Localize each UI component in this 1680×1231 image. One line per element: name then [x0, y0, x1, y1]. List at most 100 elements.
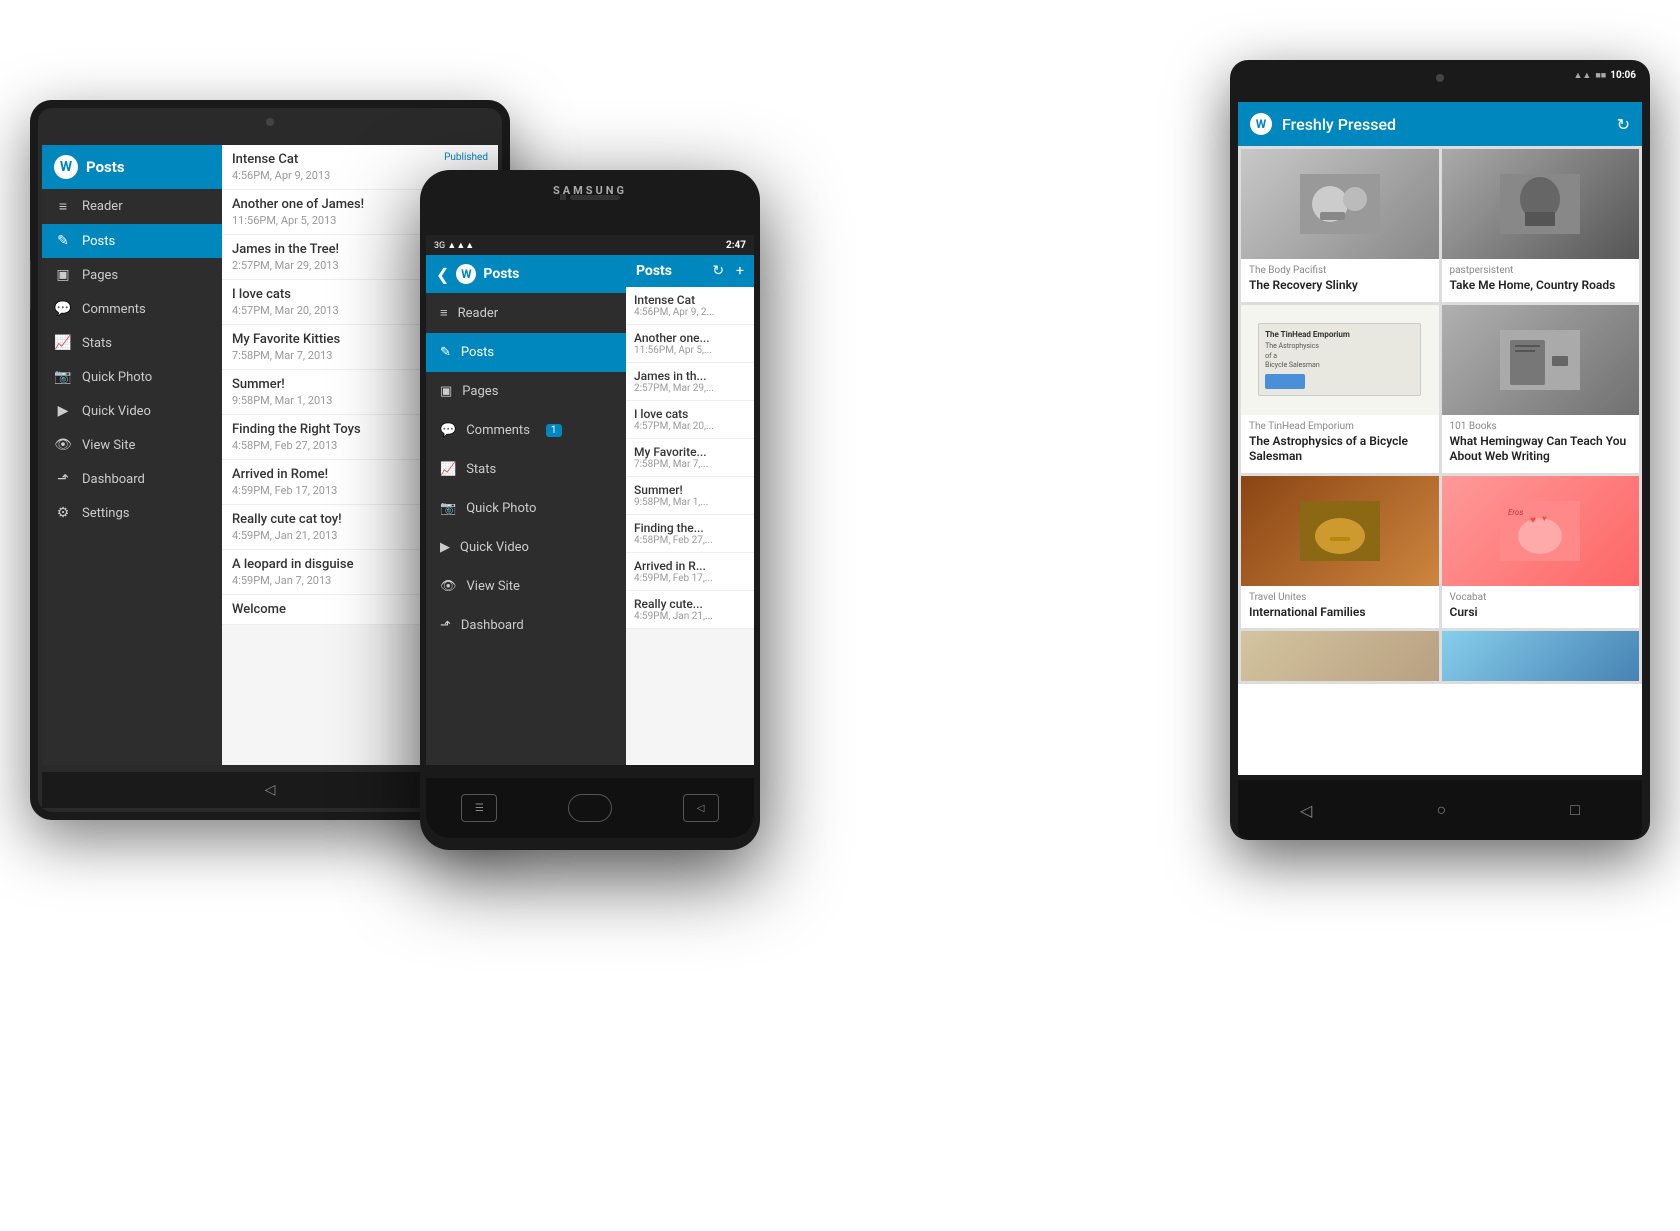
- fp-card-vocabat[interactable]: ♥ ♥ Eros Vocabat Cursi: [1442, 476, 1640, 629]
- phone-status-bar: 3G ▲▲▲ 2:47: [426, 235, 754, 255]
- list-item[interactable]: Intense Cat 4:56PM, Apr 9, 2...: [626, 287, 754, 325]
- quick-photo-icon: 📷: [54, 369, 72, 385]
- back-nav[interactable]: ◁: [265, 782, 276, 798]
- list-item[interactable]: Arrived in R... 4:59PM, Feb 17,...: [626, 553, 754, 591]
- fp-card-travel[interactable]: Travel Unites International Families: [1241, 476, 1439, 629]
- phone-drawer-posts[interactable]: ✎ Posts: [426, 333, 626, 372]
- settings-icon: ⚙: [54, 505, 72, 521]
- phone-drawer-dashboard[interactable]: ⬏ Dashboard: [426, 606, 626, 645]
- phone-home-button[interactable]: [568, 794, 612, 822]
- list-item[interactable]: I love cats 4:57PM, Mar 20,...: [626, 401, 754, 439]
- comments-badge: 1: [546, 424, 562, 437]
- fp-card-partial2[interactable]: [1442, 631, 1640, 681]
- fp-card-body-pacifist[interactable]: The Body Pacifist The Recovery Slinky: [1241, 149, 1439, 302]
- fp-card-101books[interactable]: 101 Books What Hemingway Can Teach You A…: [1442, 305, 1640, 473]
- add-post-icon[interactable]: +: [736, 263, 744, 279]
- sidebar-item-pages[interactable]: ▣ Pages: [42, 258, 222, 292]
- speaker-grill: [570, 195, 620, 200]
- menu-icon: ☰: [475, 803, 484, 814]
- fp-card-body-body-pacifist: The Body Pacifist The Recovery Slinky: [1241, 259, 1439, 302]
- drawer-back-arrow[interactable]: ❮: [436, 265, 449, 284]
- phone-posts-title: Posts: [636, 263, 672, 279]
- phone-drawer-comments[interactable]: 💬 Comments 1: [426, 411, 626, 450]
- fp-card-site-6: Vocabat: [1450, 592, 1632, 603]
- power-btn[interactable]: [30, 260, 31, 310]
- tablet-right-back[interactable]: ◁: [1300, 801, 1312, 820]
- list-item[interactable]: My Favorite... 7:58PM, Mar 7,...: [626, 439, 754, 477]
- list-item[interactable]: Summer! 9:58PM, Mar 1,...: [626, 477, 754, 515]
- phone-header-icons: ↻ +: [712, 263, 744, 279]
- sidebar-item-stats[interactable]: 📈 Stats: [42, 326, 222, 360]
- carrier-signal: 3G ▲▲▲: [434, 240, 474, 251]
- fp-card-site-2: pastpersistent: [1450, 265, 1632, 276]
- sidebar-item-quick-photo[interactable]: 📷 Quick Photo: [42, 360, 222, 394]
- phone-wp-logo: W: [456, 264, 476, 284]
- pages-icon: ▣: [54, 267, 72, 283]
- sidebar-item-comments[interactable]: 💬 Comments: [42, 292, 222, 326]
- sidebar-item-quick-video[interactable]: ▶ Quick Video: [42, 394, 222, 428]
- tablet-right: ▲▲ ■■ 10:06 W Freshly Pressed ↻: [1230, 60, 1650, 840]
- phone-posts-icon: ✎: [440, 345, 451, 360]
- refresh-icon[interactable]: ↻: [712, 263, 724, 279]
- sidebar-item-posts[interactable]: ✎ Posts: [42, 224, 222, 258]
- fp-card-img-partial2: [1442, 631, 1640, 681]
- fp-card-body-travel: Travel Unites International Families: [1241, 586, 1439, 629]
- list-item[interactable]: Really cute... 4:59PM, Jan 21,...: [626, 591, 754, 629]
- fp-card-img-travel: [1241, 476, 1439, 586]
- fp-card-title-1: The Recovery Slinky: [1249, 278, 1431, 294]
- phone-drawer-pages[interactable]: ▣ Pages: [426, 372, 626, 411]
- phone-pages-icon: ▣: [440, 384, 452, 399]
- phone-drawer-quick-photo[interactable]: 📷 Quick Photo: [426, 489, 626, 528]
- phone-drawer-view-site[interactable]: 👁 View Site: [426, 567, 626, 606]
- list-item[interactable]: Another one... 11:56PM, Apr 5,...: [626, 325, 754, 363]
- list-item[interactable]: James in th... 2:57PM, Mar 29,...: [626, 363, 754, 401]
- fp-card-body-take-me-home: pastpersistent Take Me Home, Country Roa…: [1442, 259, 1640, 302]
- fp-card-img-vocabat: ♥ ♥ Eros: [1442, 476, 1640, 586]
- view-site-icon: 👁: [54, 437, 72, 453]
- phone-drawer-reader[interactable]: ≡ Reader: [426, 293, 626, 333]
- fp-title: Freshly Pressed: [1282, 115, 1607, 134]
- tablet-right-recents[interactable]: □: [1570, 800, 1580, 820]
- fp-card-title-3: The Astrophysics of a Bicycle Salesman: [1249, 434, 1431, 465]
- fp-card-body-vocabat: Vocabat Cursi: [1442, 586, 1640, 629]
- phone-menu-button[interactable]: ☰: [461, 794, 497, 822]
- svg-text:♥: ♥: [1542, 514, 1547, 523]
- freshly-pressed-grid: The Body Pacifist The Recovery Slinky pa…: [1238, 146, 1642, 684]
- fp-card-img-body-pacifist: [1241, 149, 1439, 259]
- sidebar-header: W Posts: [42, 145, 222, 189]
- dashboard-icon: ⬏: [54, 471, 72, 487]
- fp-card-site-3: The TinHead Emporium: [1249, 421, 1431, 432]
- phone-back-button[interactable]: ◁: [683, 794, 719, 822]
- phone-bottom-bar: ☰ ◁: [426, 778, 754, 838]
- phone-drawer-quick-video[interactable]: ▶ Quick Video: [426, 528, 626, 567]
- fp-card-site-5: Travel Unites: [1249, 592, 1431, 603]
- phone-quick-photo-icon: 📷: [440, 501, 456, 516]
- front-camera: [560, 194, 566, 200]
- phone-back-icon: ◁: [697, 803, 705, 814]
- phone-time: 2:47: [726, 240, 746, 251]
- fp-card-tinhead[interactable]: The TinHead Emporium The Astrophysicsof …: [1241, 305, 1439, 473]
- phone-quick-video-icon: ▶: [440, 540, 450, 555]
- phone-drawer-stats[interactable]: 📈 Stats: [426, 450, 626, 489]
- reader-icon: ≡: [54, 198, 72, 215]
- tablet-right-home[interactable]: ○: [1436, 800, 1446, 820]
- freshly-pressed-app-bar: W Freshly Pressed ↻: [1238, 102, 1642, 146]
- phone-screen: 3G ▲▲▲ 2:47 ❮ W Posts ≡ Reader ✎ Posts: [426, 235, 754, 765]
- list-item[interactable]: Finding the... 4:58PM, Feb 27,...: [626, 515, 754, 553]
- fp-card-img-take-me-home: [1442, 149, 1640, 259]
- fp-card-take-me-home[interactable]: pastpersistent Take Me Home, Country Roa…: [1442, 149, 1640, 302]
- wp-logo: W: [54, 155, 78, 179]
- posts-icon: ✎: [54, 233, 72, 249]
- sidebar-item-dashboard[interactable]: ⬏ Dashboard: [42, 462, 222, 496]
- fp-refresh-icon[interactable]: ↻: [1617, 115, 1630, 134]
- fp-card-site-4: 101 Books: [1450, 421, 1632, 432]
- sidebar-item-reader[interactable]: ≡ Reader: [42, 189, 222, 224]
- fp-card-partial1[interactable]: [1241, 631, 1439, 681]
- fp-card-title-4: What Hemingway Can Teach You About Web W…: [1450, 434, 1632, 465]
- fp-card-title-2: Take Me Home, Country Roads: [1450, 278, 1632, 294]
- sidebar-item-view-site[interactable]: 👁 View Site: [42, 428, 222, 462]
- sidebar-item-settings[interactable]: ⚙ Settings: [42, 496, 222, 530]
- phone-posts-header: Posts ↻ +: [626, 255, 754, 287]
- phone-reader-icon: ≡: [440, 305, 448, 321]
- quick-video-icon: ▶: [54, 403, 72, 419]
